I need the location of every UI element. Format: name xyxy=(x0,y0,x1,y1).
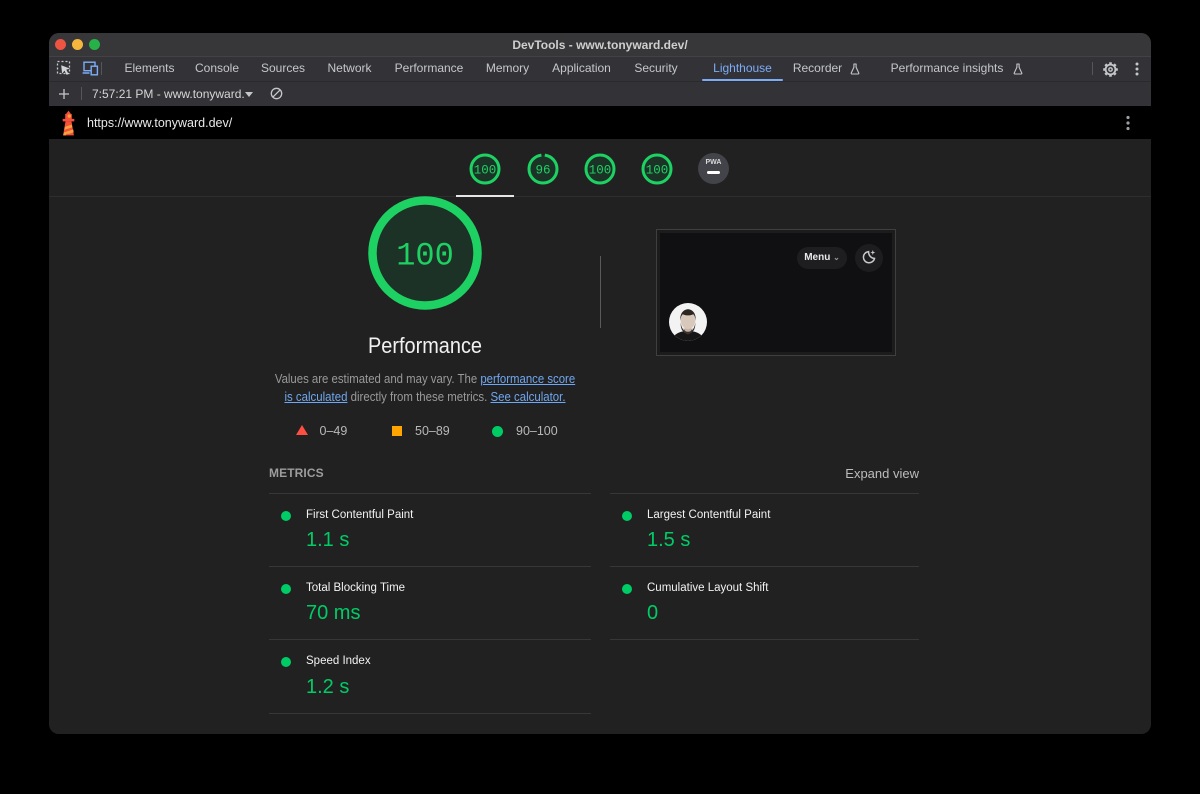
svg-text:100: 100 xyxy=(589,164,612,178)
svg-text:100: 100 xyxy=(474,164,497,178)
svg-text:100: 100 xyxy=(646,164,669,178)
svg-text:100: 100 xyxy=(396,238,454,275)
svg-text:96: 96 xyxy=(535,164,550,178)
